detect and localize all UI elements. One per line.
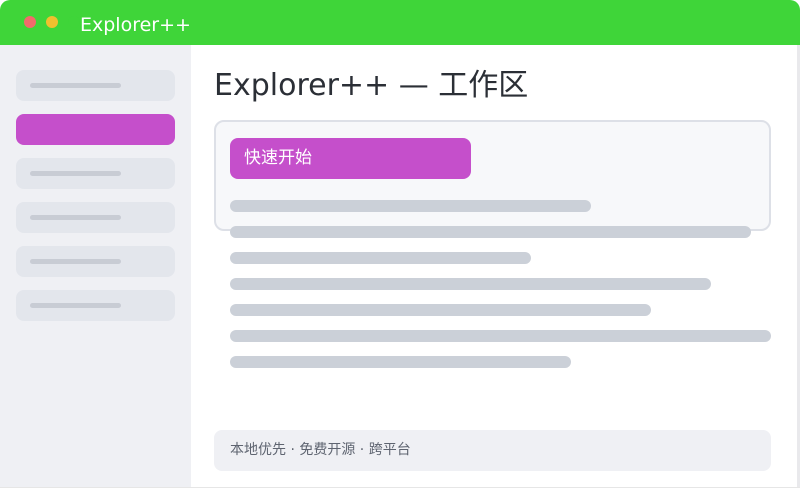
text-line-placeholder	[230, 200, 591, 212]
text-line-placeholder	[230, 278, 711, 290]
sidebar-item-active[interactable]	[16, 114, 175, 145]
text-line-placeholder	[230, 304, 651, 316]
window-border	[0, 487, 800, 500]
sidebar-item[interactable]	[16, 158, 175, 189]
close-window-button[interactable]	[24, 16, 36, 28]
sidebar-item[interactable]	[16, 202, 175, 233]
sidebar-item[interactable]	[16, 70, 175, 101]
sidebar-item[interactable]	[16, 290, 175, 321]
maximize-window-button[interactable]	[68, 16, 80, 28]
sidebar-item-label-placeholder	[30, 171, 121, 176]
sidebar-item-label-placeholder	[30, 303, 121, 308]
page-title: Explorer++ — 工作区	[214, 68, 529, 103]
sidebar	[0, 45, 191, 487]
minimize-window-button[interactable]	[46, 16, 58, 28]
text-line-placeholder	[230, 226, 751, 238]
sidebar-item[interactable]	[16, 246, 175, 277]
app-window: Explorer++ Explorer++ — 工作区 快速开始 本地优先 · …	[0, 0, 800, 500]
footer-tagline: 本地优先 · 免费开源 · 跨平台	[214, 430, 771, 471]
sidebar-item-label-placeholder	[30, 215, 121, 220]
sidebar-item-label-placeholder	[30, 259, 121, 264]
title-bar[interactable]: Explorer++	[0, 0, 800, 45]
text-line-placeholder	[230, 356, 571, 368]
text-line-placeholder	[230, 330, 771, 342]
sidebar-item-label-placeholder	[30, 83, 121, 88]
text-line-placeholder	[230, 252, 531, 264]
quick-start-button[interactable]: 快速开始	[230, 138, 471, 179]
app-title: Explorer++	[80, 14, 191, 36]
